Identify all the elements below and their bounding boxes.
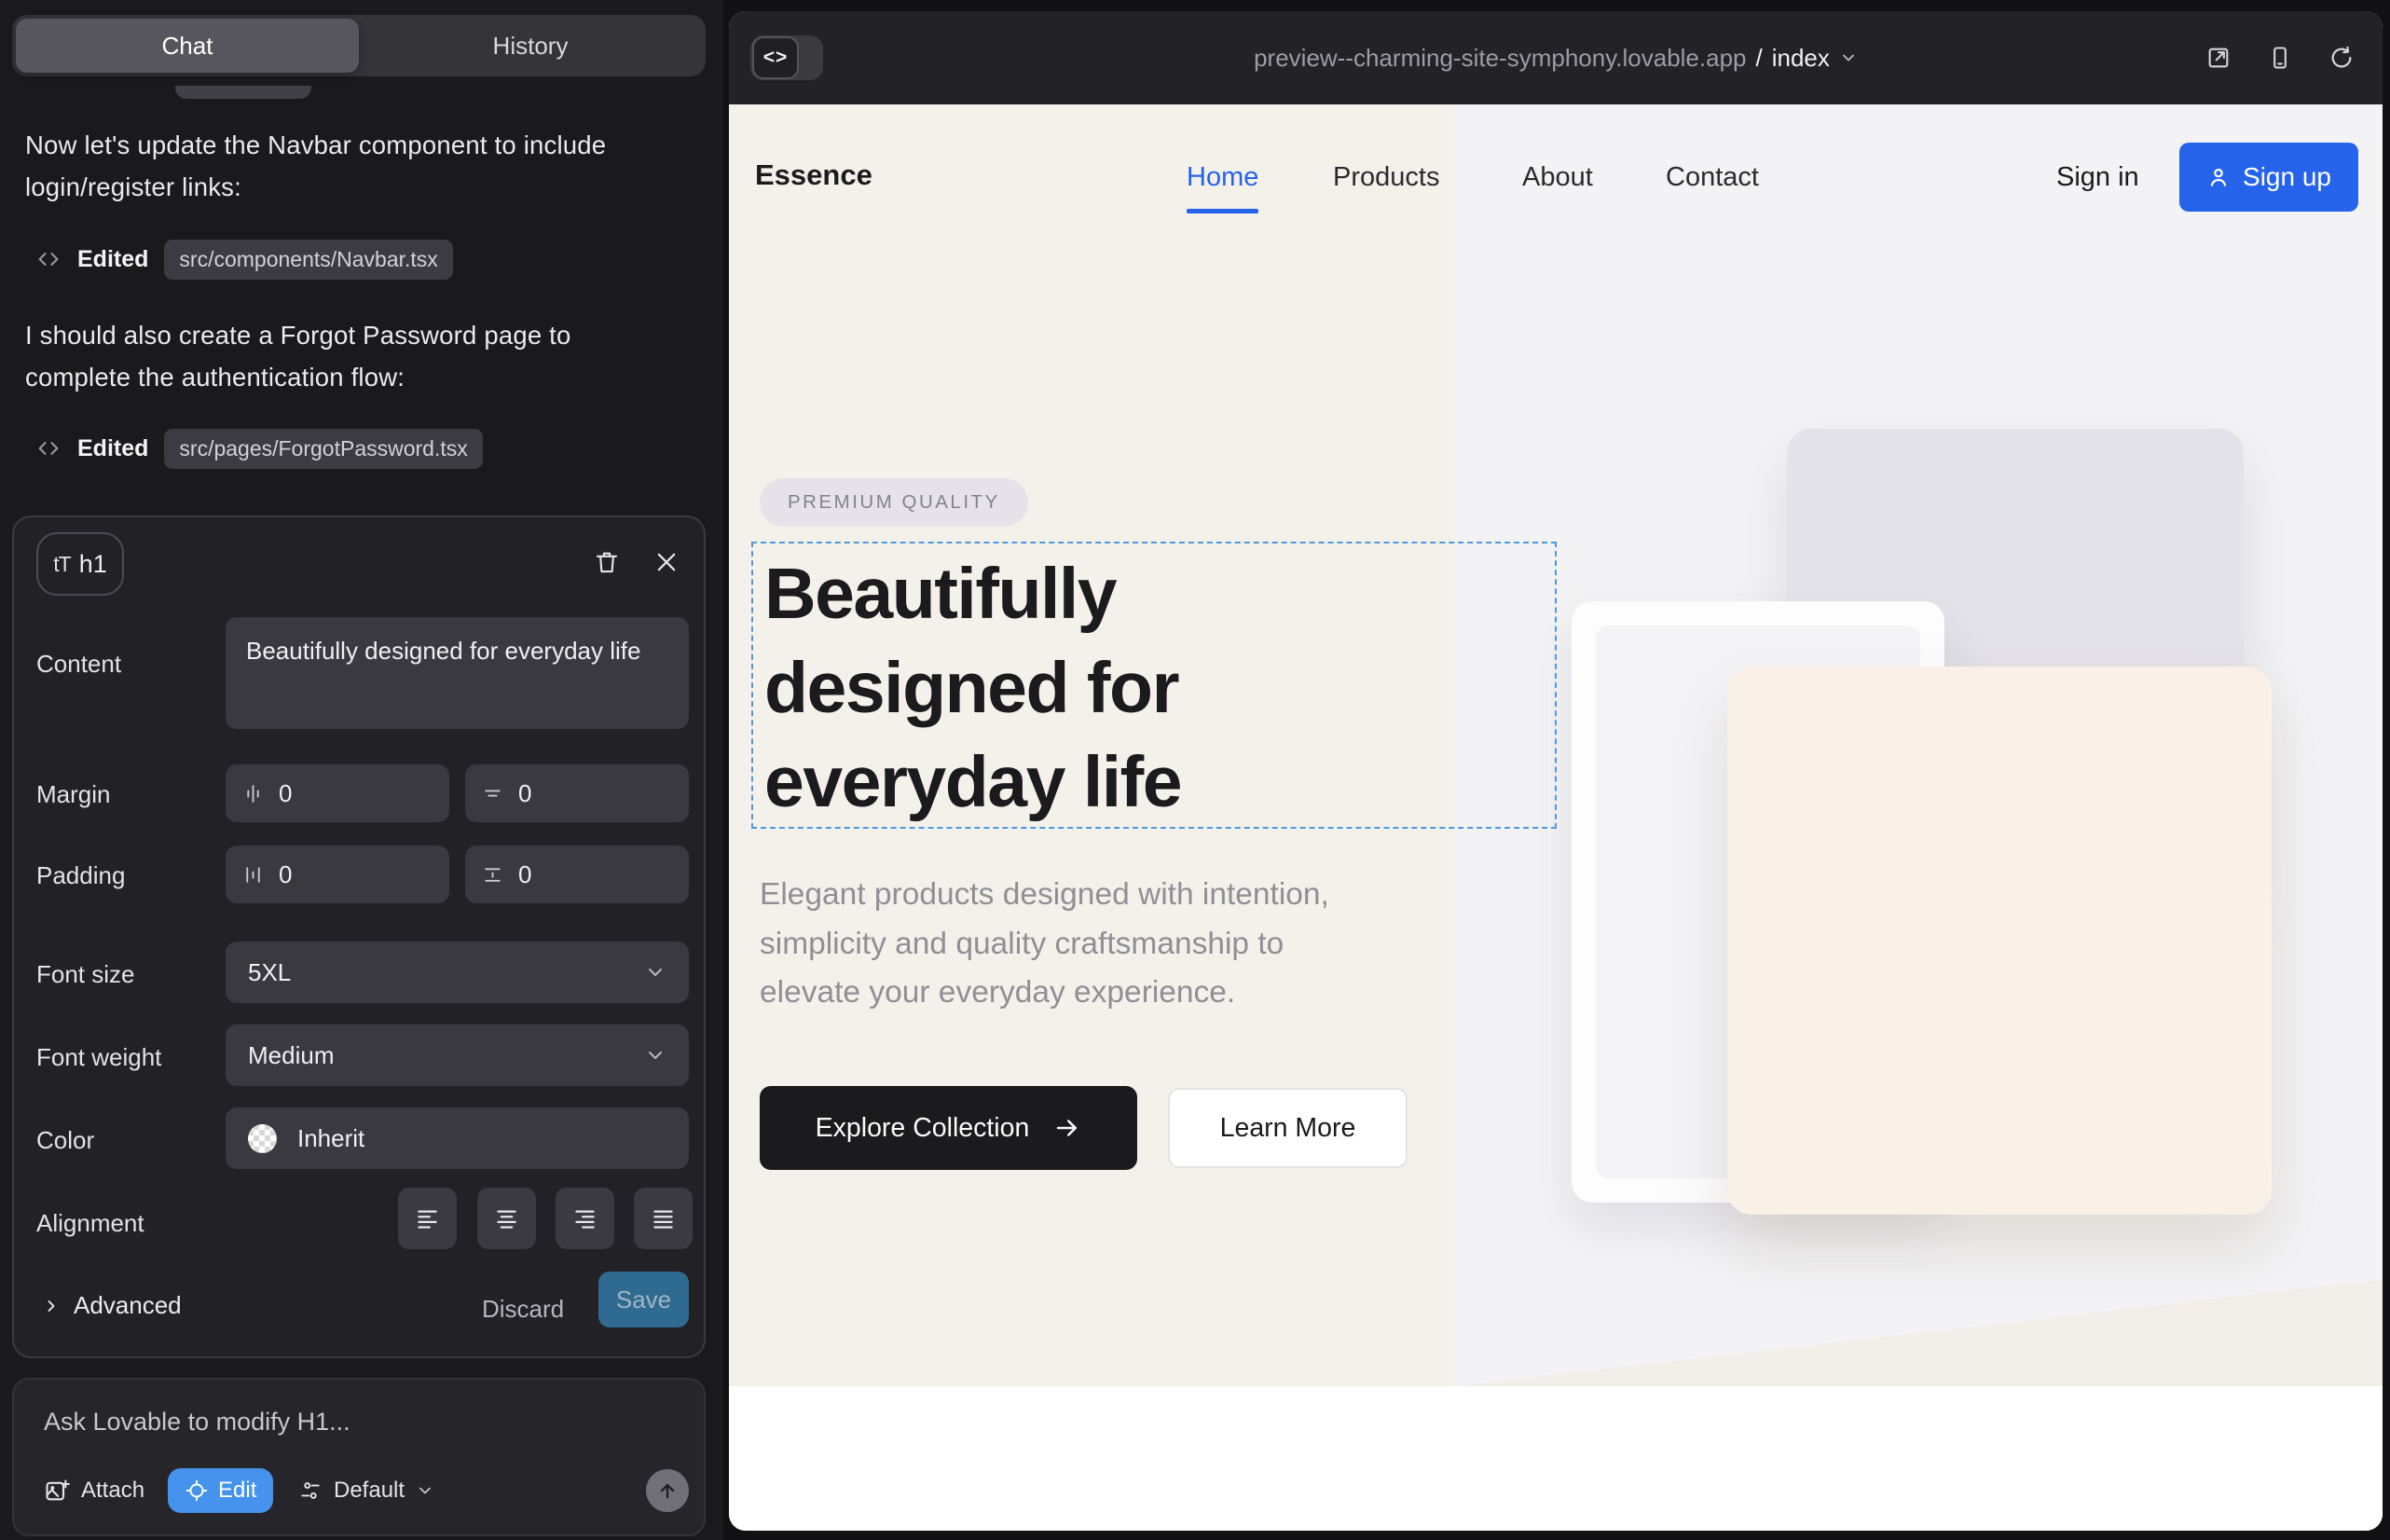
align-justify-button[interactable]: [634, 1188, 693, 1249]
align-right-button[interactable]: [556, 1188, 614, 1249]
target-icon: [185, 1478, 209, 1503]
preview-toolbar: <> preview--charming-site-symphony.lovab…: [729, 11, 2383, 104]
chevron-right-icon: [42, 1297, 61, 1315]
assistant-message: I should also create a Forgot Password p…: [25, 315, 683, 398]
sign-in-link[interactable]: Sign in: [2056, 162, 2139, 193]
save-button[interactable]: Save: [598, 1272, 689, 1327]
chevron-down-icon: [644, 961, 666, 983]
color-swatch: [248, 1124, 277, 1153]
preview-site: Essence Home Products About Contact Sign…: [729, 104, 2383, 1531]
mobile-view-icon[interactable]: [2267, 45, 2293, 71]
user-icon: [2206, 165, 2231, 189]
lovable-app-window: Chat History Now let's update the Navbar…: [0, 0, 2390, 1540]
learn-more-button[interactable]: Learn More: [1168, 1088, 1408, 1168]
align-right-icon: [572, 1206, 598, 1231]
sign-up-button[interactable]: Sign up: [2179, 143, 2358, 212]
hero-badge: PREMIUM QUALITY: [760, 478, 1028, 527]
edited-file-badge[interactable]: src/pages/ForgotPassword.tsx: [164, 429, 482, 469]
edit-mode-button[interactable]: Edit: [168, 1468, 273, 1513]
padding-x-input[interactable]: 0: [226, 846, 449, 903]
delete-element-button[interactable]: [586, 542, 627, 583]
nav-link-about[interactable]: About: [1522, 162, 1593, 193]
nav-link-products[interactable]: Products: [1333, 162, 1439, 193]
composer-input[interactable]: Ask Lovable to modify H1...: [44, 1408, 350, 1437]
tab-chat[interactable]: Chat: [16, 19, 359, 73]
padding-vertical-icon: [481, 863, 504, 887]
chevron-down-icon: [1839, 48, 1858, 67]
discard-button[interactable]: Discard: [482, 1295, 564, 1324]
url-separator: /: [1756, 44, 1763, 73]
chat-sidebar: Chat History Now let's update the Navbar…: [0, 0, 723, 1540]
chevron-down-icon: [644, 1044, 666, 1066]
margin-label: Margin: [36, 780, 110, 809]
chat-composer: Ask Lovable to modify H1... Attach Edit …: [12, 1378, 706, 1536]
margin-horizontal-icon: [241, 782, 265, 805]
margin-x-input[interactable]: 0: [226, 764, 449, 822]
selected-h1-outline[interactable]: Beautifully designed for everyday life: [751, 542, 1557, 829]
nav-link-home[interactable]: Home: [1187, 162, 1258, 193]
edited-label: Edited: [77, 435, 148, 462]
content-input[interactable]: Beautifully designed for everyday life: [226, 617, 689, 729]
content-label: Content: [36, 650, 121, 679]
sliders-icon: [298, 1478, 323, 1503]
view-mode-toggle[interactable]: <>: [750, 35, 823, 80]
toolbar-actions: [2205, 11, 2355, 104]
preview-pane: <> preview--charming-site-symphony.lovab…: [729, 11, 2383, 1531]
arrow-right-icon: [1053, 1114, 1081, 1142]
color-select[interactable]: Inherit: [226, 1107, 689, 1169]
hero-description[interactable]: Elegant products designed with intention…: [760, 871, 1375, 1018]
next-section-background: [729, 1386, 2383, 1531]
scrolled-badge-peek: [175, 86, 311, 99]
code-icon: [35, 246, 62, 272]
text-style-icon: tT: [53, 552, 70, 577]
align-left-button[interactable]: [398, 1188, 457, 1249]
margin-vertical-icon: [481, 782, 504, 805]
decorative-card-peach: [1727, 667, 2272, 1215]
element-tag: h1: [79, 550, 107, 579]
nav-link-contact[interactable]: Contact: [1666, 162, 1759, 193]
font-weight-label: Font weight: [36, 1043, 161, 1072]
assistant-message: Now let's update the Navbar component to…: [25, 125, 683, 208]
chevron-down-icon: [416, 1481, 434, 1500]
sidebar-tab-bar: Chat History: [12, 15, 706, 76]
mode-select[interactable]: Default: [298, 1468, 434, 1513]
attach-image-icon: [44, 1478, 70, 1504]
align-left-icon: [415, 1206, 440, 1231]
color-label: Color: [36, 1126, 94, 1155]
code-view-toggle[interactable]: <>: [752, 36, 799, 79]
padding-label: Padding: [36, 861, 125, 890]
edited-file-badge[interactable]: src/components/Navbar.tsx: [164, 240, 452, 280]
arrow-up-icon: [656, 1479, 679, 1502]
refresh-icon[interactable]: [2328, 45, 2355, 71]
send-button[interactable]: [646, 1469, 689, 1512]
element-tag-pill: tT h1: [36, 532, 124, 596]
attach-button[interactable]: Attach: [44, 1468, 144, 1513]
site-logo[interactable]: Essence: [755, 158, 872, 192]
edited-file-row: Edited src/pages/ForgotPassword.tsx: [35, 424, 483, 473]
padding-y-input[interactable]: 0: [465, 846, 689, 903]
font-size-select[interactable]: 5XL: [226, 942, 689, 1003]
close-icon[interactable]: [646, 542, 687, 583]
align-center-button[interactable]: [477, 1188, 536, 1249]
align-center-icon: [494, 1206, 519, 1231]
align-justify-icon: [651, 1206, 676, 1231]
font-weight-select[interactable]: Medium: [226, 1024, 689, 1086]
url-bar[interactable]: preview--charming-site-symphony.lovable.…: [915, 11, 2196, 104]
padding-horizontal-icon: [241, 863, 265, 887]
explore-collection-button[interactable]: Explore Collection: [760, 1086, 1137, 1170]
code-icon: [35, 435, 62, 461]
advanced-toggle[interactable]: Advanced: [42, 1291, 182, 1320]
url-page: index: [1772, 44, 1830, 73]
open-in-new-tab-icon[interactable]: [2205, 45, 2232, 71]
hero-headline[interactable]: Beautifully designed for everyday life: [764, 547, 1305, 830]
element-inspector-panel: tT h1 Content Beautifully designed for e…: [12, 516, 706, 1358]
font-size-label: Font size: [36, 960, 135, 989]
edited-file-row: Edited src/components/Navbar.tsx: [35, 235, 453, 283]
margin-y-input[interactable]: 0: [465, 764, 689, 822]
tab-history[interactable]: History: [359, 19, 702, 73]
edited-label: Edited: [77, 246, 148, 273]
alignment-label: Alignment: [36, 1209, 144, 1238]
url-domain: preview--charming-site-symphony.lovable.…: [1254, 44, 1746, 73]
